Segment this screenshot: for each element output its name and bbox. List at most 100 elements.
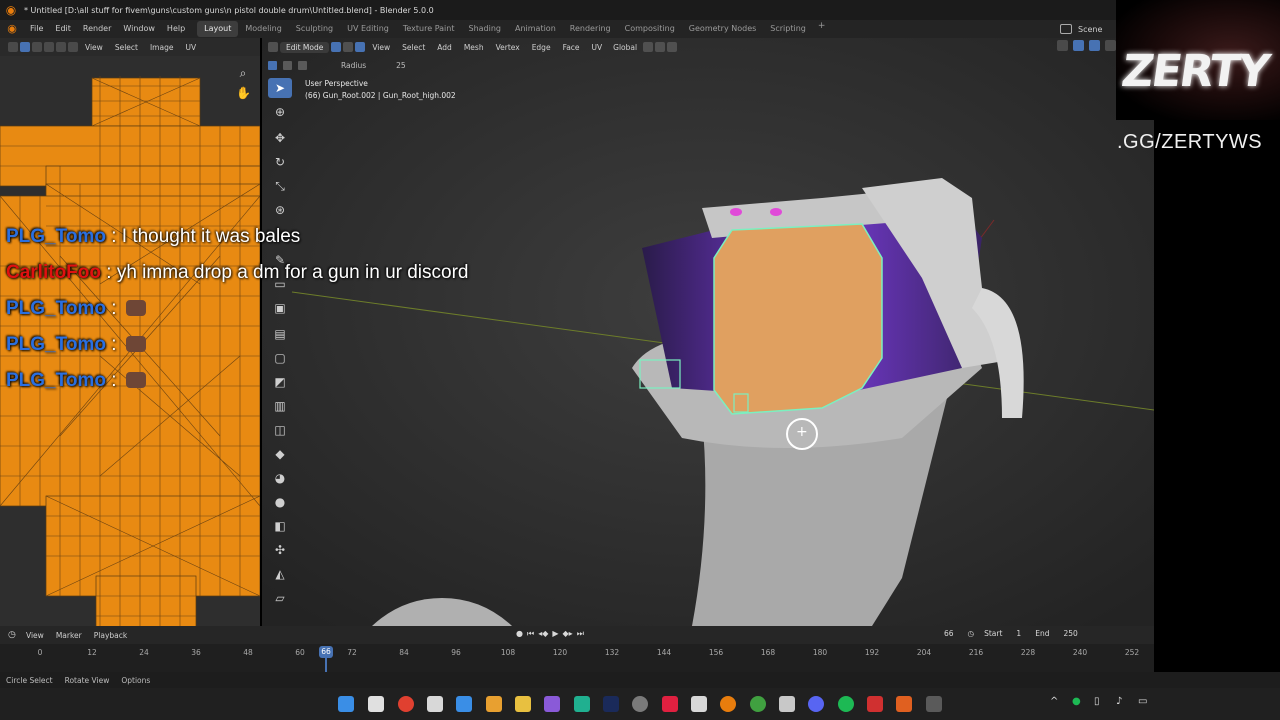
knife-tool-icon[interactable]: ◫: [268, 420, 292, 440]
uv-island-mode[interactable]: [68, 42, 78, 52]
app-purple-icon[interactable]: [544, 696, 560, 712]
menu-window[interactable]: Window: [117, 20, 161, 38]
timeline-menu-marker[interactable]: Marker: [50, 631, 88, 640]
tab-uv-editing[interactable]: UV Editing: [340, 21, 396, 37]
xray-toggle-icon[interactable]: [1105, 40, 1116, 51]
select-mode-new-icon[interactable]: [268, 60, 277, 70]
app-bug-icon[interactable]: [691, 696, 707, 712]
poly-build-tool-icon[interactable]: ◆: [268, 444, 292, 464]
transform-tool-icon[interactable]: ⊛: [268, 200, 292, 220]
adobe-icon[interactable]: [662, 696, 678, 712]
app-3-icon[interactable]: [574, 696, 590, 712]
smooth-tool-icon[interactable]: ●: [268, 492, 292, 512]
file-explorer-icon[interactable]: [515, 696, 531, 712]
start-frame-field[interactable]: 1: [1012, 629, 1025, 638]
radius-value[interactable]: 25: [396, 61, 406, 70]
proportional-edit-button[interactable]: [667, 42, 678, 52]
chevron-up-icon[interactable]: ^: [1050, 696, 1060, 710]
jump-start-icon[interactable]: ⏮: [527, 629, 534, 639]
vp-menu-uv[interactable]: UV: [587, 43, 608, 52]
uv-sync-toggle[interactable]: [20, 42, 30, 52]
editor-type-button[interactable]: [268, 42, 278, 52]
tab-geometry-nodes[interactable]: Geometry Nodes: [682, 21, 763, 37]
shear-tool-icon[interactable]: ◭: [268, 564, 292, 584]
menu-file[interactable]: File: [24, 20, 49, 38]
edge-select-mode[interactable]: [343, 42, 354, 52]
play-icon[interactable]: ▶: [552, 629, 558, 639]
menu-help[interactable]: Help: [161, 20, 191, 38]
pivot-point-button[interactable]: [643, 42, 654, 52]
zoom-icon[interactable]: ⌕: [236, 66, 250, 80]
timeline-menu-playback[interactable]: Playback: [88, 631, 133, 640]
vlc-icon[interactable]: [486, 696, 502, 712]
vp-menu-face[interactable]: Face: [558, 43, 585, 52]
prev-keyframe-icon[interactable]: ◂◆: [538, 629, 548, 639]
vp-menu-add[interactable]: Add: [432, 43, 457, 52]
vp-menu-mesh[interactable]: Mesh: [459, 43, 489, 52]
edge-slide-tool-icon[interactable]: ◧: [268, 516, 292, 536]
select-mode-subtract-icon[interactable]: [298, 60, 307, 70]
editor-type-icon[interactable]: ◷: [8, 629, 20, 641]
visibility-icon[interactable]: [1057, 40, 1068, 51]
editor-type-button[interactable]: [8, 42, 18, 52]
inset-tool-icon[interactable]: ▢: [268, 348, 292, 368]
tab-scripting[interactable]: Scripting: [763, 21, 813, 37]
spotify-tray-icon[interactable]: ●: [1072, 696, 1082, 710]
uv-menu-image[interactable]: Image: [145, 43, 179, 52]
timeline-menu-view[interactable]: View: [20, 631, 50, 640]
jump-end-icon[interactable]: ⏭: [577, 629, 584, 639]
vertex-select-mode[interactable]: [331, 42, 342, 52]
uv-face-mode[interactable]: [56, 42, 66, 52]
store-icon[interactable]: [427, 696, 443, 712]
network-icon[interactable]: ▭: [1138, 696, 1148, 710]
bevel-tool-icon[interactable]: ◩: [268, 372, 292, 392]
shrink-tool-icon[interactable]: ✣: [268, 540, 292, 560]
spotify-icon[interactable]: [838, 696, 854, 712]
tab-animation[interactable]: Animation: [508, 21, 563, 37]
app-orange-icon[interactable]: [896, 696, 912, 712]
vp-menu-view[interactable]: View: [367, 43, 395, 52]
snap-button[interactable]: [655, 42, 666, 52]
scale-tool-icon[interactable]: ⤡: [268, 176, 292, 196]
tab-shading[interactable]: Shading: [461, 21, 508, 37]
current-frame-field[interactable]: 66: [940, 629, 958, 638]
battery-icon[interactable]: ▯: [1094, 696, 1104, 710]
vscode-icon[interactable]: [456, 696, 472, 712]
uv-vertex-mode[interactable]: [32, 42, 42, 52]
move-tool-icon[interactable]: ✥: [268, 128, 292, 148]
uv-menu-select[interactable]: Select: [110, 43, 143, 52]
face-select-mode[interactable]: [355, 42, 366, 52]
microphone-icon[interactable]: ♪: [1116, 696, 1126, 710]
tab-layout[interactable]: Layout: [197, 21, 239, 37]
hand-pan-icon[interactable]: ✋: [236, 86, 251, 100]
discord-icon[interactable]: [808, 696, 824, 712]
select-mode-extend-icon[interactable]: [283, 60, 292, 70]
photoshop-icon[interactable]: [603, 696, 619, 712]
scene-selector[interactable]: Scene: [1060, 22, 1102, 36]
add-workspace-button[interactable]: +: [813, 21, 831, 37]
end-frame-field[interactable]: 250: [1059, 629, 1081, 638]
chrome-icon-2[interactable]: [750, 696, 766, 712]
app-m-icon[interactable]: [368, 696, 384, 712]
select-tool-icon[interactable]: ➤: [268, 78, 292, 98]
next-keyframe-icon[interactable]: ◆▸: [563, 629, 573, 639]
vp-menu-vertex[interactable]: Vertex: [491, 43, 525, 52]
spin-tool-icon[interactable]: ◕: [268, 468, 292, 488]
mode-dropdown[interactable]: Edit Mode: [280, 41, 330, 53]
uv-edge-mode[interactable]: [44, 42, 54, 52]
app-red-icon[interactable]: [867, 696, 883, 712]
cursor-tool-icon[interactable]: ⊕: [268, 102, 292, 122]
timeline-scrubber[interactable]: 0 12 24 36 48 60 72 84 96 108 120 132 144 156 168 180 19…: [0, 644, 1154, 672]
playhead[interactable]: [325, 658, 327, 672]
overlay-toggle-icon[interactable]: [1089, 40, 1100, 51]
rotate-tool-icon[interactable]: ↻: [268, 152, 292, 172]
tab-texture-paint[interactable]: Texture Paint: [396, 21, 462, 37]
rip-tool-icon[interactable]: ▱: [268, 588, 292, 608]
blender-icon[interactable]: [720, 696, 736, 712]
app-bug-icon-2[interactable]: [779, 696, 795, 712]
uv-menu-view[interactable]: View: [80, 43, 108, 52]
blender-logo-icon[interactable]: ◉: [4, 22, 20, 36]
chrome-icon[interactable]: [398, 696, 414, 712]
gizmo-toggle-icon[interactable]: [1073, 40, 1084, 51]
settings-icon[interactable]: [632, 696, 648, 712]
